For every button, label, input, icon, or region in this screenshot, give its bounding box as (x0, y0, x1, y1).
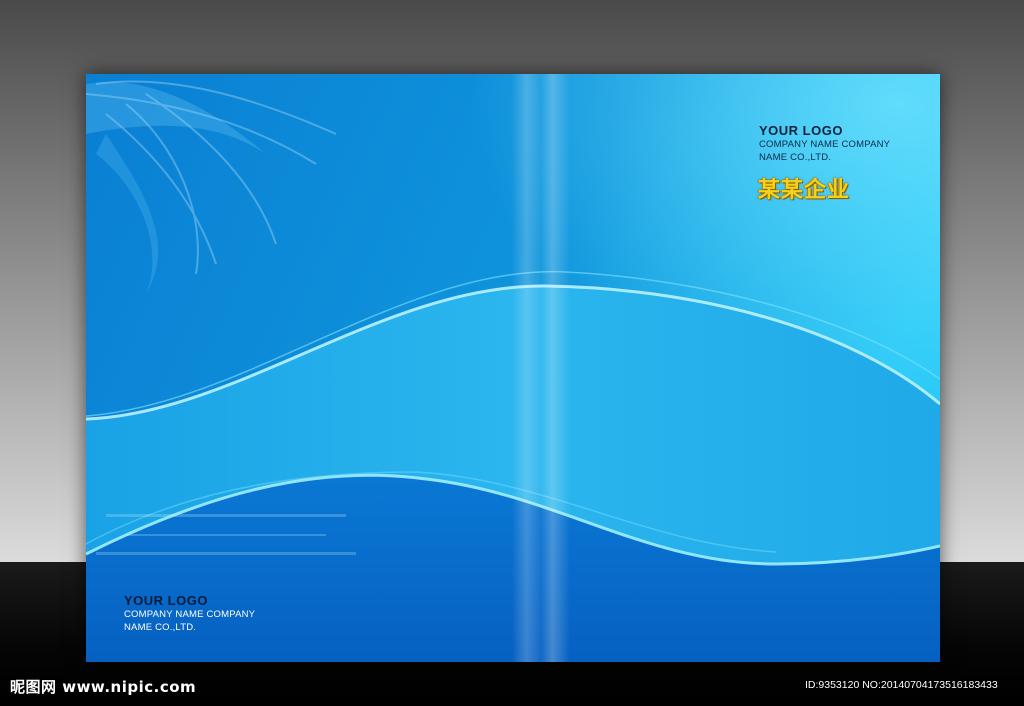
front-logo-line2: NAME CO.,LTD. (759, 152, 832, 163)
image-id-watermark: ID:9353120 NO:20140704173516183433 (805, 679, 998, 691)
front-logo-block: YOUR LOGO COMPANY NAME COMPANY NAME CO.,… (759, 124, 890, 164)
front-logo-line1: COMPANY NAME COMPANY (759, 139, 891, 150)
brochure-cover: YOUR LOGO COMPANY NAME COMPANY NAME CO.,… (86, 74, 940, 662)
front-logo-title: YOUR LOGO (759, 123, 843, 138)
book-spine (512, 74, 570, 662)
back-logo-block: YOUR LOGO COMPANY NAME COMPANY NAME CO.,… (124, 594, 255, 634)
back-logo-line1: COMPANY NAME COMPANY (124, 609, 256, 620)
back-logo-line2: NAME CO.,LTD. (124, 622, 197, 633)
company-name: 某某企业 (758, 178, 851, 203)
back-logo-title: YOUR LOGO (124, 593, 208, 608)
site-watermark: 昵图网 www.nipic.com (10, 678, 197, 696)
